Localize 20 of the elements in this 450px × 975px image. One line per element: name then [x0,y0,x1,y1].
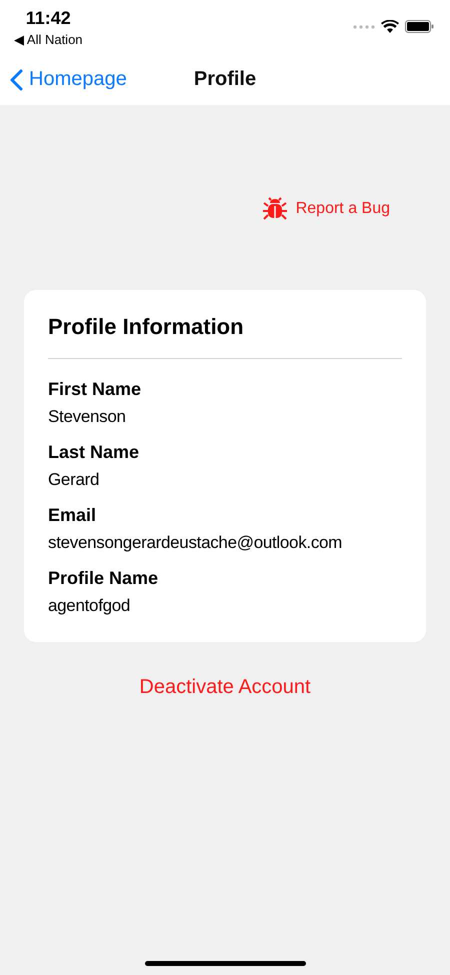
field-label: Last Name [48,442,140,463]
battery-icon [405,20,434,33]
back-button[interactable]: Homepage [0,68,127,91]
field-value: Stevenson [48,407,127,427]
status-time: 11:42 [26,8,71,29]
field-value: Gerard [48,470,100,490]
field-value: agentofgod [48,596,132,616]
bug-icon [262,196,288,222]
field-label: First Name [48,379,142,400]
deactivate-account-button[interactable]: Deactivate Account [133,675,317,700]
field-label: Email [48,505,98,526]
chevron-left-icon [10,68,23,90]
card-title: Profile Information [48,314,245,340]
page-title: Profile [194,68,256,91]
signal-icon [353,24,375,28]
wifi-icon [381,20,399,33]
report-bug-button[interactable]: Report a Bug [262,196,390,222]
field-value: stevensongerardeustache@outlook.com [48,533,344,553]
back-to-app-link[interactable]: ◀ All Nation [14,32,83,47]
field-label: Profile Name [48,568,160,589]
